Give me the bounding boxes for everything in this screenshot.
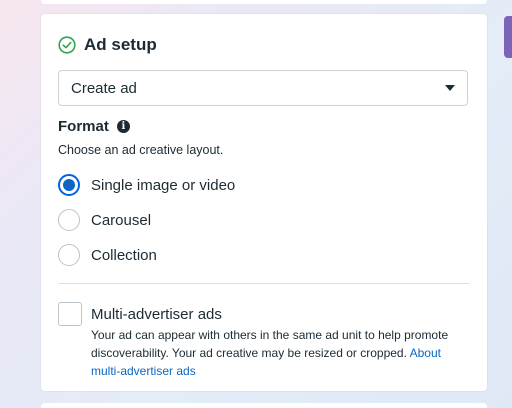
ad-type-select-value: Create ad xyxy=(71,79,137,97)
check-circle-icon xyxy=(58,36,76,54)
format-heading: Format i xyxy=(58,118,130,135)
next-card-edge xyxy=(41,403,487,408)
radio-button[interactable] xyxy=(58,209,80,231)
multi-advertiser-description-text: Your ad can appear with others in the sa… xyxy=(91,328,449,360)
ad-setup-card: Ad setup Create ad Format i Choose an ad… xyxy=(41,14,487,391)
radio-button-selected[interactable] xyxy=(58,174,80,196)
format-option-carousel[interactable]: Carousel xyxy=(58,209,151,231)
format-description: Choose an ad creative layout. xyxy=(58,143,224,157)
radio-button[interactable] xyxy=(58,244,80,266)
format-option-label: Single image or video xyxy=(91,176,236,194)
ad-type-select[interactable]: Create ad xyxy=(58,70,468,106)
format-option-label: Carousel xyxy=(91,211,152,229)
divider xyxy=(58,283,470,284)
format-option-label: Collection xyxy=(91,246,157,264)
info-icon[interactable]: i xyxy=(116,120,130,133)
multi-advertiser-checkbox[interactable] xyxy=(58,302,82,326)
multi-advertiser-description: Your ad can appear with others in the sa… xyxy=(91,326,451,380)
format-option-single-image[interactable]: Single image or video xyxy=(58,174,235,196)
multi-advertiser-label: Multi-advertiser ads xyxy=(91,306,222,323)
caret-down-icon xyxy=(445,85,455,91)
side-panel-edge xyxy=(504,16,512,58)
section-title: Ad setup xyxy=(84,35,157,54)
format-option-collection[interactable]: Collection xyxy=(58,244,157,266)
format-title: Format xyxy=(58,118,109,135)
previous-card-edge xyxy=(41,0,487,4)
ad-setup-header: Ad setup xyxy=(58,35,157,55)
